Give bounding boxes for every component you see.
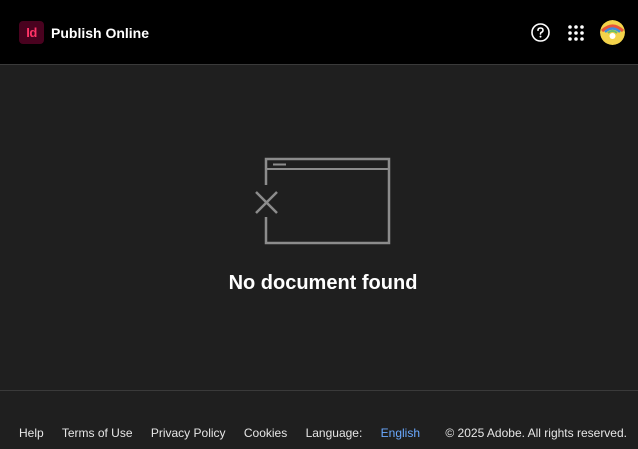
help-circle-icon xyxy=(531,23,550,42)
language-selector[interactable]: English xyxy=(381,426,420,440)
footer-links: Help Terms of Use Privacy Policy Cookies… xyxy=(19,426,435,440)
copyright-text: © 2025 Adobe. All rights reserved. xyxy=(445,426,627,440)
app-window: Id Publish Online No document found Help… xyxy=(0,0,638,449)
logo-text: Id xyxy=(26,25,37,40)
app-title: Publish Online xyxy=(51,25,150,41)
avatar-image xyxy=(600,20,625,45)
indesign-logo[interactable]: Id xyxy=(19,21,44,44)
footer-link-privacy[interactable]: Privacy Policy xyxy=(151,426,226,440)
app-grid-icon xyxy=(568,25,584,41)
language-label: Language: xyxy=(305,426,363,440)
footer-link-terms[interactable]: Terms of Use xyxy=(62,426,133,440)
empty-state-message: No document found xyxy=(228,272,418,294)
no-document-illustration xyxy=(250,155,395,250)
help-button[interactable] xyxy=(530,22,551,43)
footer: Help Terms of Use Privacy Policy Cookies… xyxy=(0,390,638,449)
footer-link-cookies[interactable]: Cookies xyxy=(244,426,287,440)
footer-link-help[interactable]: Help xyxy=(19,426,44,440)
browser-window-with-x-icon xyxy=(255,157,391,245)
user-avatar[interactable] xyxy=(600,20,625,45)
top-bar: Id Publish Online xyxy=(0,0,638,65)
apps-button[interactable] xyxy=(567,24,585,42)
